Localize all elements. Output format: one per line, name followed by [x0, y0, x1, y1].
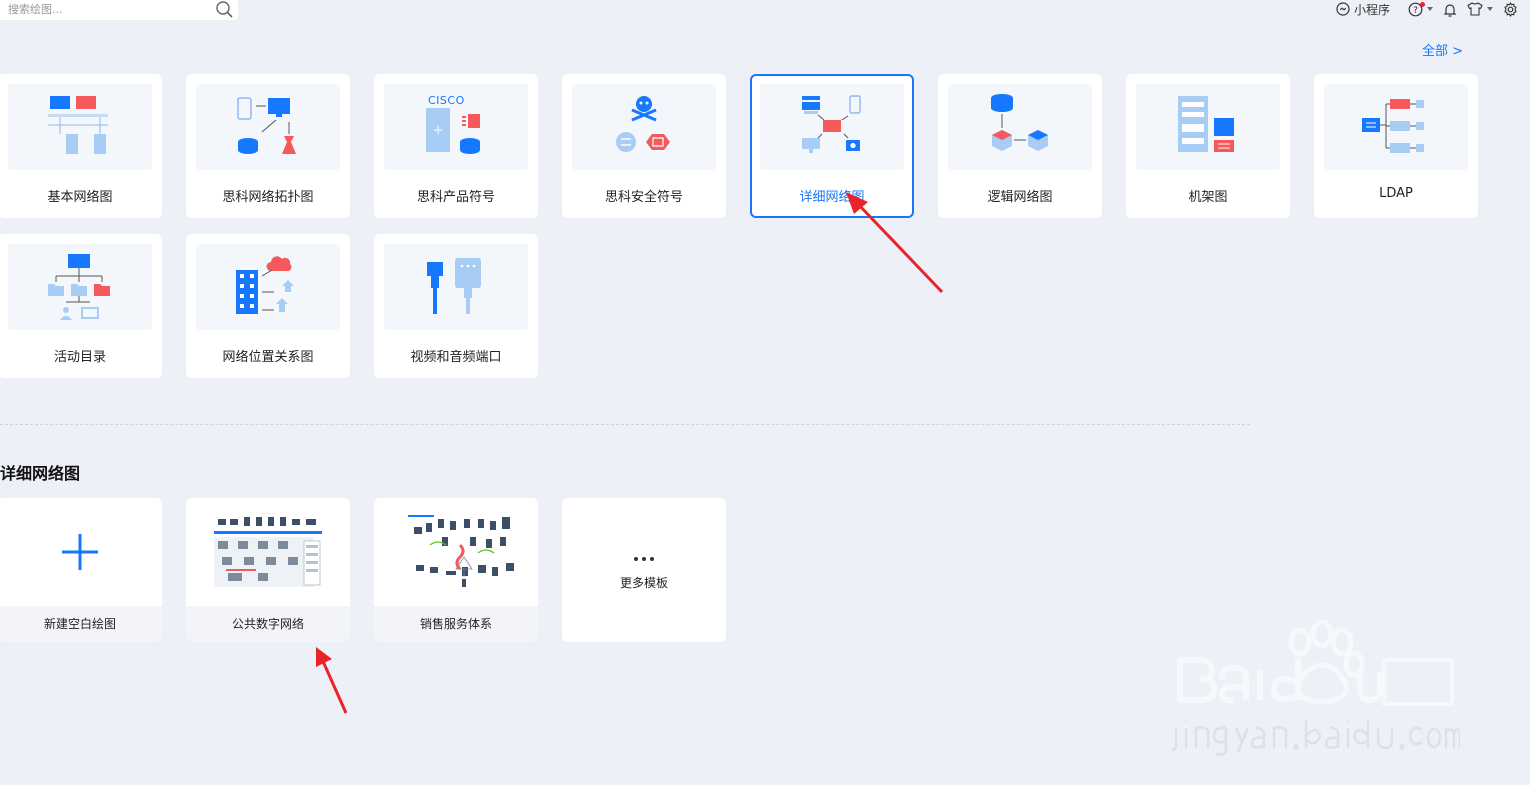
category-card-logical-network[interactable]: 逻辑网络图 [938, 74, 1102, 218]
av-ports-thumbnail [384, 244, 528, 330]
blank-thumbnail [0, 498, 162, 606]
public-digital-network-thumbnail: · · · · · [186, 498, 350, 606]
category-card-ldap[interactable]: LDAP [1314, 74, 1478, 218]
cisco-logo-text: CISCO [428, 94, 465, 107]
category-card-cisco-security[interactable]: 思科安全符号 [562, 74, 726, 218]
category-label: 逻辑网络图 [987, 190, 1053, 205]
search-icon[interactable] [214, 0, 234, 20]
detailed-network-thumbnail [760, 84, 904, 170]
skin-button[interactable] [1467, 2, 1493, 16]
miniprogram-label: 小程序 [1353, 2, 1390, 17]
category-card-network-location[interactable]: 网络位置关系图 [186, 234, 350, 378]
template-label: 销售服务体系 [374, 606, 538, 642]
top-toolbar: 小程序 ? [1336, 0, 1518, 18]
category-label: 机架图 [1188, 190, 1228, 205]
category-label: 活动目录 [53, 350, 106, 365]
chevron-down-icon [1487, 7, 1493, 11]
cisco-topology-thumbnail [196, 84, 340, 170]
baidu-jingyan-watermark [1171, 620, 1460, 756]
active-directory-thumbnail [8, 244, 152, 330]
ldap-thumbnail [1324, 84, 1468, 170]
category-card-rack[interactable]: 机架图 [1126, 74, 1290, 218]
miniprogram-icon [1336, 2, 1350, 16]
rack-thumbnail [1136, 84, 1280, 170]
view-all-link[interactable]: 全部 > [1422, 40, 1463, 59]
notification-button[interactable] [1443, 2, 1457, 17]
chevron-down-icon [1427, 7, 1433, 11]
basic-network-thumbnail [8, 84, 152, 170]
svg-text:· · · · ·: · · · · · [262, 511, 273, 516]
more-dots-icon [634, 557, 654, 561]
search-input[interactable] [8, 2, 204, 17]
help-button[interactable]: ? [1408, 1, 1433, 17]
category-label: 基本网络图 [47, 190, 113, 205]
more-templates-card[interactable]: 更多模板 [562, 498, 726, 642]
search-box[interactable] [0, 0, 238, 20]
svg-text:?: ? [1413, 6, 1418, 16]
cisco-products-thumbnail: CISCO [384, 84, 528, 170]
category-label: 网络位置关系图 [222, 350, 314, 365]
category-card-detailed-network[interactable]: 详细网络图 [750, 74, 914, 218]
category-card-active-directory[interactable]: 活动目录 [0, 234, 162, 378]
category-card-basic-network[interactable]: 基本网络图 [0, 74, 162, 218]
annotation-arrow-template [316, 647, 348, 714]
category-label: 思科网络拓扑图 [222, 190, 314, 205]
tshirt-icon [1467, 2, 1483, 16]
notification-dot [1420, 1, 1425, 7]
bell-icon [1443, 3, 1457, 17]
category-label: 思科安全符号 [604, 190, 683, 205]
category-card-av-ports[interactable]: 视频和音频端口 [374, 234, 538, 378]
cisco-security-thumbnail [572, 84, 716, 170]
logical-network-thumbnail [948, 84, 1092, 170]
network-location-thumbnail [196, 244, 340, 330]
new-blank-drawing-card[interactable]: 新建空白绘图 [0, 498, 162, 642]
template-label: 公共数字网络 [186, 606, 350, 642]
template-card-public-digital-network[interactable]: · · · · · 公共数字网络 [186, 498, 350, 642]
category-label: 详细网络图 [799, 190, 865, 205]
category-label: 视频和音频端口 [410, 350, 502, 365]
template-label: 新建空白绘图 [0, 606, 162, 642]
section-divider [0, 424, 1250, 425]
settings-button[interactable] [1503, 1, 1518, 17]
category-card-cisco-products[interactable]: CISCO 思科产品符号 [374, 74, 538, 218]
more-templates-label: 更多模板 [619, 576, 668, 590]
sales-service-system-thumbnail [374, 498, 538, 606]
plus-icon [62, 534, 98, 570]
miniprogram-button[interactable]: 小程序 [1336, 1, 1390, 18]
category-label: 思科产品符号 [416, 190, 495, 205]
template-card-sales-service-system[interactable]: 销售服务体系 [374, 498, 538, 642]
category-card-cisco-topology[interactable]: 思科网络拓扑图 [186, 74, 350, 218]
category-label: LDAP [1379, 186, 1413, 201]
section-title: 详细网络图 [0, 464, 81, 483]
gear-icon [1504, 1, 1517, 17]
